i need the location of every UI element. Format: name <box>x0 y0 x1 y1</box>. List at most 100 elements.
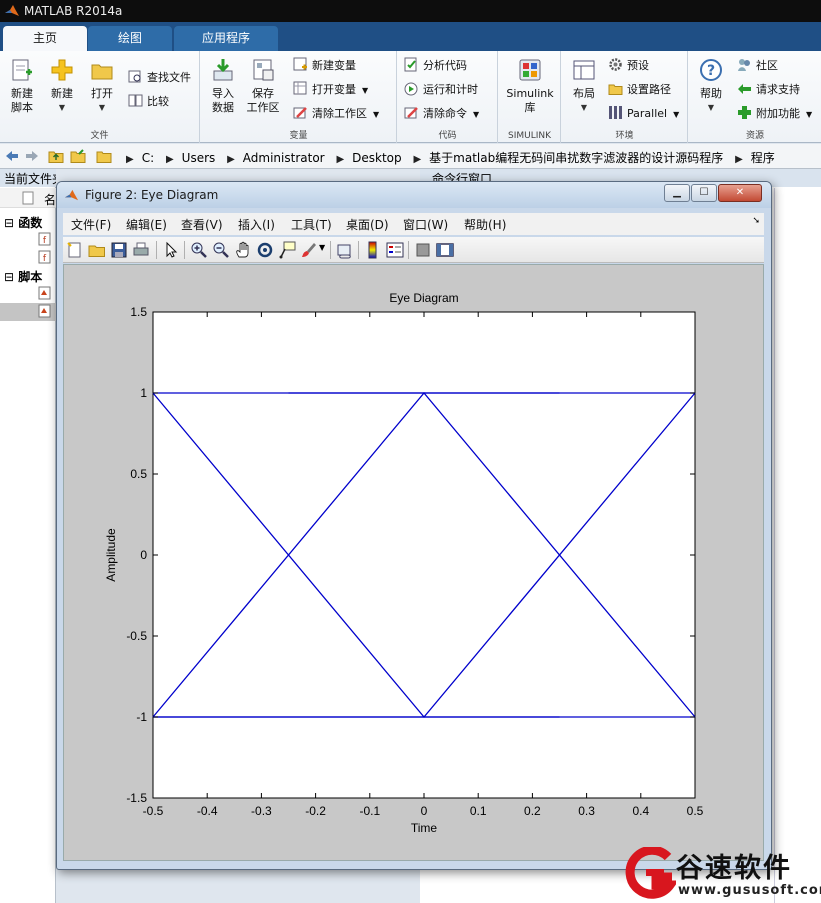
collapse-toggle-icon[interactable]: ⊟ <box>4 216 14 230</box>
layout-dropdown-icon[interactable]: ▼ <box>566 101 602 115</box>
new-figure-icon[interactable] <box>66 241 84 259</box>
axes-background[interactable] <box>152 311 696 799</box>
figure-canvas[interactable]: -0.5 -0.4 -0.3 -0.2 -0.1 0 0.1 0.2 0.3 0.4 0.5 -1.5… <box>63 264 764 861</box>
parallel-dropdown-icon[interactable]: ▼ <box>673 110 679 119</box>
menu-insert[interactable]: 插入(I) <box>238 216 275 233</box>
request-support-icon <box>738 84 751 94</box>
tree-node-scripts[interactable]: ⊟ 脚本 <box>4 268 42 285</box>
preferences-button[interactable]: 预设 <box>608 57 649 75</box>
legend-icon[interactable] <box>386 241 404 259</box>
parallel-button[interactable]: Parallel ▼ <box>608 105 679 123</box>
run-and-time-button[interactable]: 运行和计时 <box>404 81 478 99</box>
close-button[interactable]: ✕ <box>718 184 762 202</box>
add-ons-button[interactable]: 附加功能 ▼ <box>737 105 812 123</box>
forward-arrow-icon[interactable] <box>24 148 40 164</box>
zoom-out-icon[interactable] <box>212 241 230 259</box>
open-icon[interactable] <box>88 241 106 259</box>
y-tick-label: -1 <box>136 710 147 724</box>
import-data-icon <box>213 59 233 81</box>
pan-hand-icon[interactable] <box>234 241 252 259</box>
help-dropdown-icon[interactable]: ▼ <box>693 101 729 115</box>
clear-workspace-button[interactable]: 清除工作区 ▼ <box>293 105 379 123</box>
eye-diagram-plot[interactable]: -0.5 -0.4 -0.3 -0.2 -0.1 0 0.1 0.2 0.3 0.4 0.5 -1.5… <box>64 265 765 862</box>
data-cursor-icon[interactable] <box>278 241 296 259</box>
rotate-3d-icon[interactable] <box>256 241 274 259</box>
compare-button[interactable]: 比较 <box>128 93 169 111</box>
open-dropdown-icon[interactable]: ▼ <box>84 101 120 115</box>
hide-plot-tools-icon[interactable] <box>414 241 432 259</box>
simulink-library-label: Simulink 库 <box>506 87 554 114</box>
find-files-button[interactable]: 查找文件 <box>128 69 191 87</box>
set-path-button[interactable]: 设置路径 <box>608 81 671 99</box>
layout-button[interactable]: 布局 ▼ <box>566 57 602 115</box>
select-arrow-icon[interactable] <box>162 241 180 259</box>
show-plot-tools-icon[interactable] <box>436 241 454 259</box>
tab-home[interactable]: 主页 <box>3 26 87 51</box>
back-arrow-icon[interactable] <box>4 148 20 164</box>
toolbar-separator <box>156 241 157 259</box>
menu-help[interactable]: 帮助(H) <box>464 216 506 233</box>
breadcrumb-administrator[interactable]: Administrator <box>243 151 325 165</box>
command-window-area[interactable] <box>774 188 821 903</box>
name-column-header[interactable]: 名 <box>44 191 56 208</box>
ribbon-group-resources: ? 帮助 ▼ 社区 请求支持 附加功能 ▼ 资源 <box>689 51 821 143</box>
breadcrumb-project-folder[interactable]: 基于matlab编程无码间串扰数字滤波器的设计源码程序 <box>429 151 723 165</box>
tab-plots[interactable]: 绘图 <box>88 26 172 51</box>
new-script-icon <box>12 59 32 81</box>
add-ons-dropdown-icon[interactable]: ▼ <box>806 110 812 119</box>
breadcrumb-program-folder[interactable]: 程序 <box>751 151 775 165</box>
menu-tools[interactable]: 工具(T) <box>291 216 332 233</box>
new-dropdown-icon[interactable]: ▼ <box>44 101 80 115</box>
analyze-code-button[interactable]: 分析代码 <box>404 57 467 75</box>
function-file-icon[interactable]: f <box>38 232 52 246</box>
breadcrumb-desktop[interactable]: Desktop <box>352 151 402 165</box>
clear-workspace-dropdown-icon[interactable]: ▼ <box>373 110 379 119</box>
open-variable-dropdown-icon[interactable]: ▼ <box>362 86 368 95</box>
breadcrumb: ▶ C: ▶ Users ▶ Administrator ▶ Desktop ▶ 基于ma… <box>118 149 775 166</box>
brush-dropdown-icon[interactable]: ▼ <box>319 243 325 252</box>
minimize-button[interactable]: ▁ <box>664 184 690 202</box>
print-icon[interactable] <box>132 241 150 259</box>
breadcrumb-separator-icon: ▶ <box>413 154 422 165</box>
menu-edit[interactable]: 编辑(E) <box>126 216 167 233</box>
breadcrumb-c-drive[interactable]: C: <box>142 151 154 165</box>
browse-folder-icon[interactable] <box>70 148 86 164</box>
simulink-library-button[interactable]: Simulink 库 <box>504 57 556 115</box>
link-plot-icon[interactable] <box>336 241 354 259</box>
new-script-button[interactable]: 新建 脚本 <box>4 57 40 115</box>
breadcrumb-users[interactable]: Users <box>182 151 216 165</box>
new-variable-button[interactable]: 新建变量 <box>293 57 356 75</box>
figure-titlebar[interactable]: Figure 2: Eye Diagram ▁ ☐ ✕ <box>57 182 771 208</box>
clear-commands-button[interactable]: 清除命令 ▼ <box>404 105 479 123</box>
menu-view[interactable]: 查看(V) <box>181 216 223 233</box>
help-button[interactable]: ? 帮助 ▼ <box>693 57 729 115</box>
brush-icon[interactable] <box>300 241 318 259</box>
menu-window[interactable]: 窗口(W) <box>403 216 448 233</box>
maximize-button[interactable]: ☐ <box>691 184 717 202</box>
function-file-icon[interactable]: f <box>38 250 52 264</box>
script-file-icon[interactable] <box>38 286 52 300</box>
tab-apps[interactable]: 应用程序 <box>174 26 278 51</box>
clear-commands-dropdown-icon[interactable]: ▼ <box>473 110 479 119</box>
dock-arrow-icon[interactable]: ➘ <box>752 216 760 226</box>
menu-file[interactable]: 文件(F) <box>71 216 111 233</box>
script-file-icon[interactable] <box>38 304 52 318</box>
new-button[interactable]: 新建 ▼ <box>44 57 80 115</box>
colorbar-icon[interactable] <box>364 241 382 259</box>
save-icon[interactable] <box>110 241 128 259</box>
import-data-button[interactable]: 导入 数据 <box>205 57 241 115</box>
open-button[interactable]: 打开 ▼ <box>84 57 120 115</box>
y-tick-label: -0.5 <box>126 629 147 643</box>
community-button[interactable]: 社区 <box>737 57 778 75</box>
zoom-in-icon[interactable] <box>190 241 208 259</box>
save-workspace-button[interactable]: 保存 工作区 <box>245 57 281 115</box>
run-and-time-icon <box>404 82 418 96</box>
menu-desktop[interactable]: 桌面(D) <box>346 216 389 233</box>
y-tick-label: 1 <box>140 386 147 400</box>
collapse-toggle-icon[interactable]: ⊟ <box>4 270 14 284</box>
up-folder-icon[interactable] <box>48 148 64 164</box>
watermark-logo: 谷速软件 www.gususoft.com <box>624 843 821 903</box>
request-support-button[interactable]: 请求支持 <box>737 81 800 99</box>
open-variable-button[interactable]: 打开变量 ▼ <box>293 81 368 99</box>
tree-node-functions[interactable]: ⊟ 函数 <box>4 214 42 231</box>
